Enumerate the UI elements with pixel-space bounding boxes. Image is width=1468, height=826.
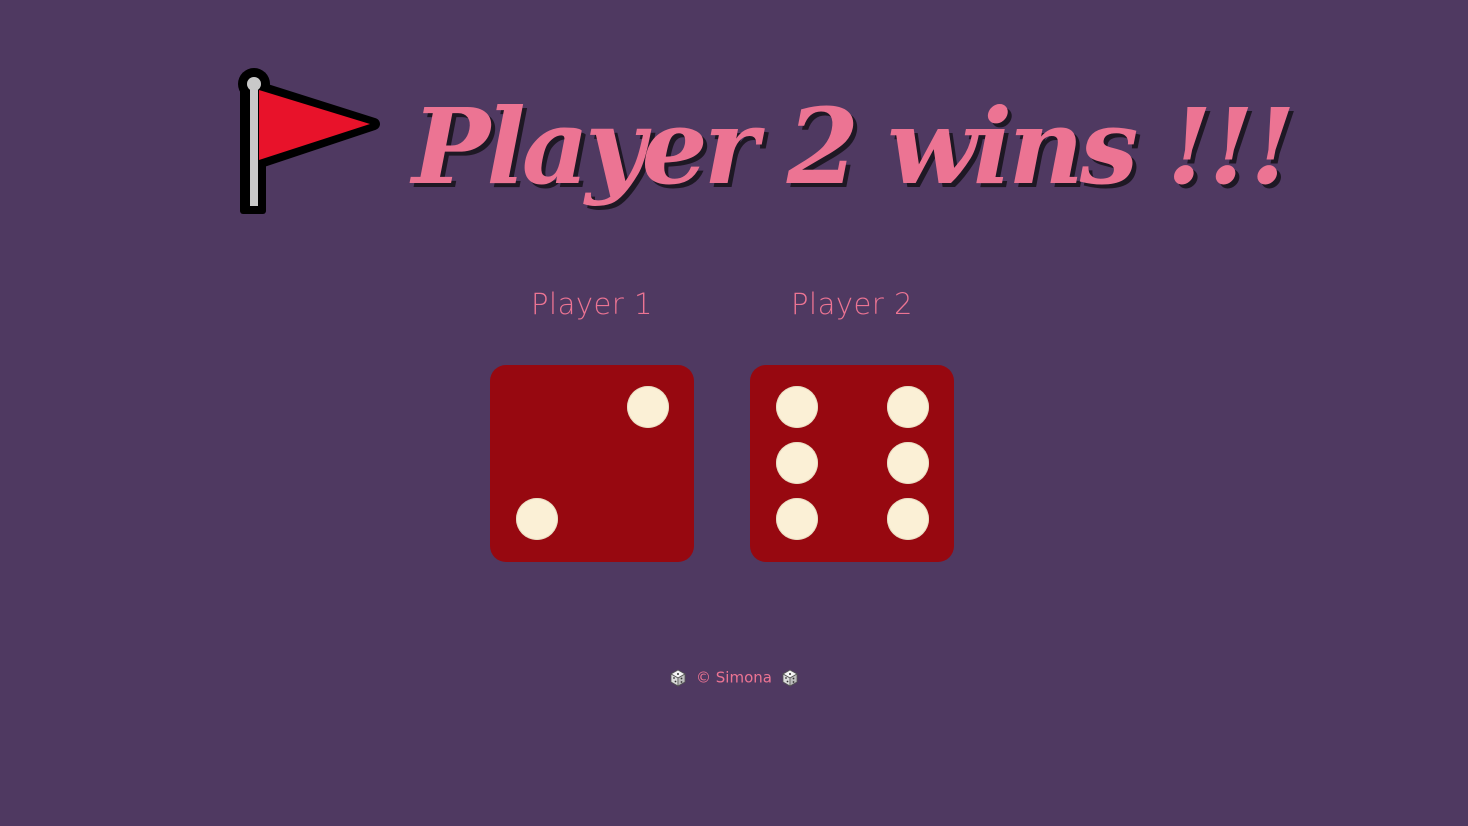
red-flag-icon — [238, 68, 380, 214]
footer-credit: © Simona — [696, 668, 772, 687]
die-icon — [781, 669, 798, 687]
die-pip — [776, 386, 818, 428]
die-pip — [627, 386, 669, 428]
die-pip — [887, 442, 929, 484]
die-pip — [776, 498, 818, 540]
game-screen: Player 2 wins !!! Player 1 Player 2 © Si… — [0, 0, 1468, 826]
die-icon — [670, 669, 687, 687]
winner-headline: Player 2 wins !!! — [412, 85, 1296, 208]
player-1-die — [490, 365, 694, 562]
player-2-die — [750, 365, 954, 562]
die-pip — [516, 498, 558, 540]
player-2-label: Player 2 — [791, 287, 913, 321]
footer: © Simona — [584, 662, 884, 693]
die-pip — [887, 498, 929, 540]
die-pip — [776, 442, 818, 484]
player-1-label: Player 1 — [531, 287, 653, 321]
die-pip — [887, 386, 929, 428]
